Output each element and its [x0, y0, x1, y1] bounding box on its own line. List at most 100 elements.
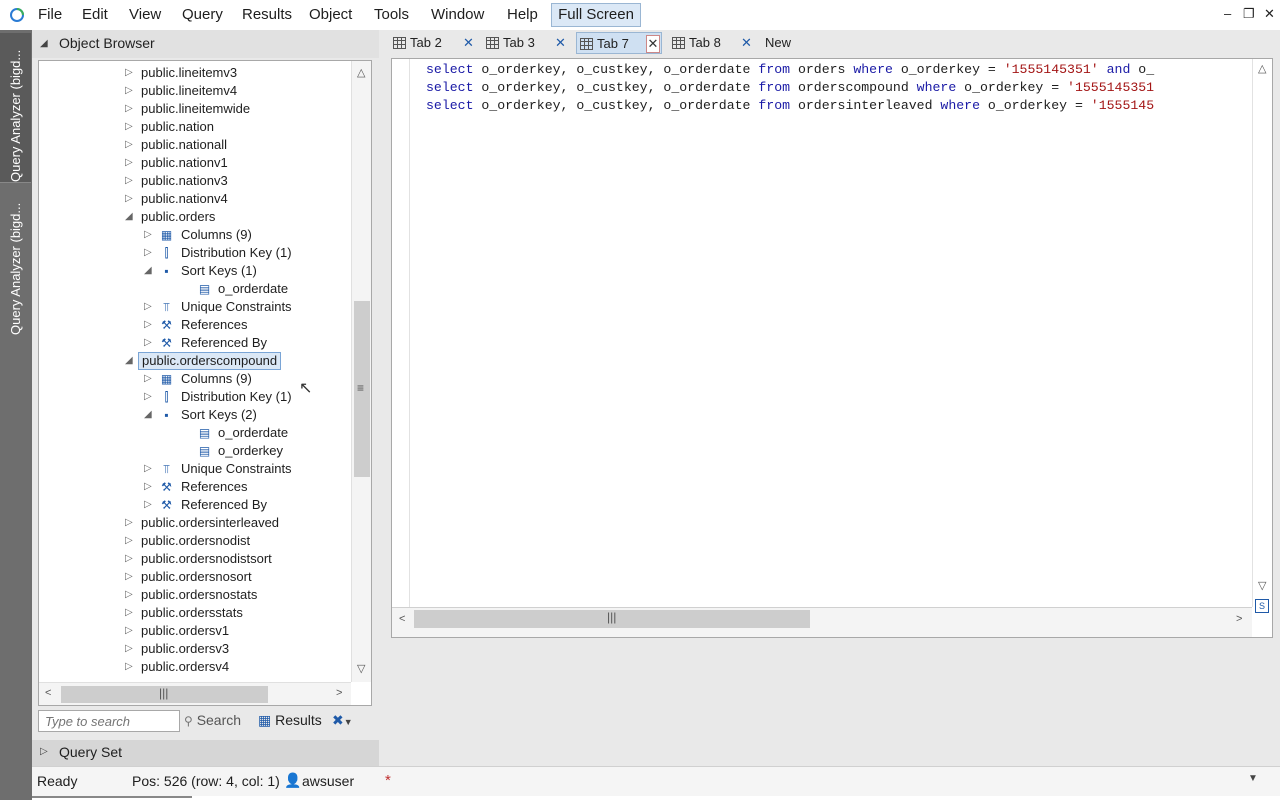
tab-8[interactable]: Tab 8 ✕: [672, 32, 756, 54]
menu-view[interactable]: View: [129, 5, 161, 25]
scroll-down-icon[interactable]: ▽: [1258, 579, 1266, 592]
expand-triangle-icon[interactable]: ▷: [125, 604, 137, 622]
close-icon[interactable]: ✕: [646, 35, 660, 53]
expand-triangle-icon[interactable]: ▷: [125, 82, 137, 100]
tree-vertical-scrollbar[interactable]: △ ≡ ▽: [351, 61, 371, 682]
tree-table-node[interactable]: ▷ public.lineitemwide: [125, 100, 339, 118]
menu-results[interactable]: Results: [242, 5, 292, 25]
expand-triangle-icon[interactable]: ▷: [144, 298, 156, 316]
tree-table-node[interactable]: ▷ public.ordersv3: [125, 640, 339, 658]
menu-file[interactable]: File: [38, 5, 62, 25]
expand-triangle-icon[interactable]: ▷: [144, 478, 156, 496]
menu-edit[interactable]: Edit: [82, 5, 108, 25]
query-set-panel[interactable]: ▷ Query Set: [32, 740, 379, 766]
query-analyzer-tab-1[interactable]: Query Analyzer (bigd...: [0, 33, 31, 183]
expand-triangle-icon[interactable]: ▷: [125, 640, 137, 658]
expand-triangle-icon[interactable]: ▷: [144, 334, 156, 352]
tree-column-node[interactable]: ▤ o_orderdate: [163, 424, 339, 442]
scroll-left-icon[interactable]: <: [45, 687, 51, 699]
tree-group-node[interactable]: ▷ ⫪ Unique Constraints: [144, 460, 339, 478]
close-icon[interactable]: ✕: [741, 32, 752, 54]
expand-triangle-icon[interactable]: ▷: [144, 244, 156, 262]
new-tab-button[interactable]: New: [765, 32, 805, 54]
results-button[interactable]: ▦ Results: [258, 712, 322, 729]
expand-triangle-icon[interactable]: ▷: [125, 586, 137, 604]
collapse-triangle-icon[interactable]: ◢: [125, 352, 137, 370]
tree-table-node[interactable]: ▷ public.lineitemv4: [125, 82, 339, 100]
expand-icon[interactable]: ▷: [40, 746, 48, 757]
tree-table-node[interactable]: ▷ public.nation: [125, 118, 339, 136]
expand-triangle-icon[interactable]: ▷: [144, 316, 156, 334]
tree-table-node[interactable]: ▷ public.ordersstats: [125, 604, 339, 622]
restore-button[interactable]: ❐: [1243, 6, 1255, 22]
expand-triangle-icon[interactable]: ▷: [125, 550, 137, 568]
scroll-left-icon[interactable]: <: [399, 613, 405, 625]
expand-triangle-icon[interactable]: ▷: [125, 100, 137, 118]
expand-triangle-icon[interactable]: ▷: [125, 118, 137, 136]
query-analyzer-tab-2[interactable]: Query Analyzer (bigd...: [0, 185, 31, 335]
chevron-down-icon[interactable]: ▼: [1248, 773, 1258, 784]
close-icon[interactable]: ✕: [463, 32, 474, 54]
collapse-icon[interactable]: ◢: [40, 38, 48, 49]
code-area[interactable]: select o_orderkey, o_custkey, o_orderdat…: [426, 61, 1254, 601]
scrollbar-thumb[interactable]: |||: [414, 610, 810, 628]
expand-triangle-icon[interactable]: ▷: [125, 532, 137, 550]
expand-triangle-icon[interactable]: ▷: [125, 172, 137, 190]
tree-table-node[interactable]: ◢ public.orderscompound: [125, 352, 339, 370]
tree-column-node[interactable]: ▤ o_orderkey: [163, 442, 339, 460]
tree-column-node[interactable]: ▤ o_orderdate: [163, 280, 339, 298]
menu-query[interactable]: Query: [182, 5, 223, 25]
editor-vertical-scrollbar[interactable]: △ ▽: [1252, 59, 1272, 607]
sql-format-icon[interactable]: S: [1255, 599, 1269, 613]
expand-triangle-icon[interactable]: ▷: [144, 226, 156, 244]
expand-triangle-icon[interactable]: ▷: [125, 514, 137, 532]
tree-table-node[interactable]: ▷ public.ordersnostats: [125, 586, 339, 604]
tree-horizontal-scrollbar[interactable]: < ||| >: [39, 682, 351, 705]
tab-7[interactable]: Tab 7 ✕: [576, 32, 662, 54]
tree-table-node[interactable]: ▷ public.ordersinterleaved: [125, 514, 339, 532]
scrollbar-thumb[interactable]: ≡: [354, 301, 370, 477]
tree-group-node[interactable]: ▷ ⫪ Unique Constraints: [144, 298, 339, 316]
tree-table-node[interactable]: ▷ public.nationall: [125, 136, 339, 154]
tree-table-node[interactable]: ▷ public.lineitemv3: [125, 64, 339, 82]
tab-2[interactable]: Tab 2 ✕: [393, 32, 477, 54]
editor-horizontal-scrollbar[interactable]: < ||| >: [392, 607, 1252, 637]
scroll-up-icon[interactable]: △: [357, 66, 365, 79]
tree-group-node[interactable]: ▷ ▦ Columns (9): [144, 226, 339, 244]
expand-triangle-icon[interactable]: ▷: [125, 136, 137, 154]
close-icon[interactable]: ✕: [555, 32, 566, 54]
sql-editor[interactable]: select o_orderkey, o_custkey, o_orderdat…: [391, 58, 1273, 638]
expand-triangle-icon[interactable]: ▷: [125, 568, 137, 586]
search-input[interactable]: [38, 710, 180, 732]
expand-triangle-icon[interactable]: ▷: [144, 496, 156, 514]
expand-triangle-icon[interactable]: ▷: [144, 370, 156, 388]
tree-table-node[interactable]: ▷ public.nationv1: [125, 154, 339, 172]
collapse-triangle-icon[interactable]: ◢: [144, 262, 156, 280]
search-button[interactable]: ⚲ Search: [184, 712, 241, 728]
tree-table-node[interactable]: ▷ public.ordersnosort: [125, 568, 339, 586]
tab-3[interactable]: Tab 3 ✕: [486, 32, 570, 54]
scrollbar-thumb[interactable]: |||: [61, 686, 268, 703]
menu-tools[interactable]: Tools: [374, 5, 409, 25]
scroll-right-icon[interactable]: >: [1236, 613, 1242, 625]
close-button[interactable]: ✕: [1264, 6, 1275, 22]
minimize-button[interactable]: –: [1224, 6, 1231, 21]
tree-table-node[interactable]: ▷ public.ordersv1: [125, 622, 339, 640]
tree-table-node[interactable]: ▷ public.nationv3: [125, 172, 339, 190]
menu-object[interactable]: Object: [309, 5, 352, 25]
tree-table-node[interactable]: ◢ public.orders: [125, 208, 339, 226]
scroll-up-icon[interactable]: △: [1258, 62, 1266, 75]
expand-triangle-icon[interactable]: ▷: [144, 388, 156, 406]
collapse-triangle-icon[interactable]: ◢: [144, 406, 156, 424]
object-browser-header[interactable]: ◢ Object Browser: [32, 30, 379, 58]
tree-table-node[interactable]: ▷ public.ordersnodist: [125, 532, 339, 550]
tree-group-node[interactable]: ▷ ⚒ References: [144, 316, 339, 334]
tree-group-node[interactable]: ▷ ⫿ Distribution Key (1): [144, 244, 339, 262]
expand-triangle-icon[interactable]: ▷: [125, 154, 137, 172]
tree-table-node[interactable]: ▷ public.ordersnodistsort: [125, 550, 339, 568]
tree-group-node[interactable]: ◢ ▪ Sort Keys (2): [144, 406, 339, 424]
expand-triangle-icon[interactable]: ▷: [125, 622, 137, 640]
scroll-right-icon[interactable]: >: [336, 687, 342, 699]
tree-table-node[interactable]: ▷ public.nationv4: [125, 190, 339, 208]
full-screen-button[interactable]: Full Screen: [551, 3, 641, 27]
